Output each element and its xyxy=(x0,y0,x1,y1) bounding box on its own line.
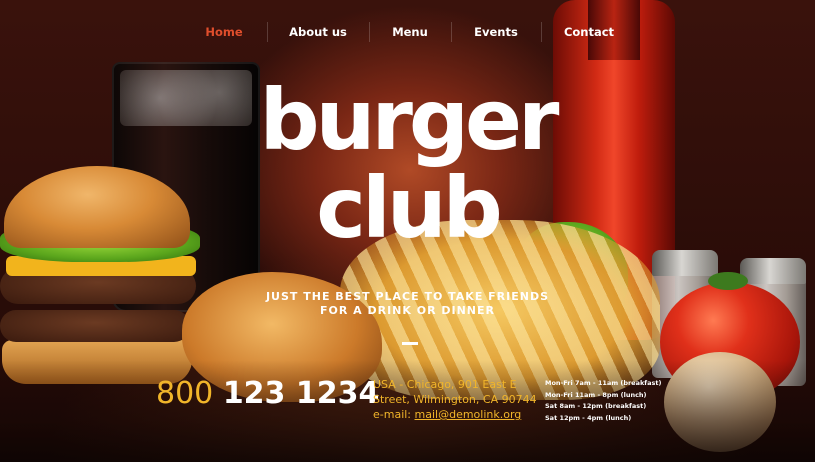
site-title-line1: burger xyxy=(259,71,560,169)
email-label: e-mail: xyxy=(373,408,415,421)
nav-separator xyxy=(369,22,370,42)
address-line2: Street, Wilmington, CA 90744 xyxy=(373,393,537,406)
address-block: USA - Chicago, 901 East E Street, Wilmin… xyxy=(373,377,543,422)
phone-prefix: 800 xyxy=(156,376,214,411)
tomato-stem-image xyxy=(708,272,748,290)
nav-item-menu[interactable]: Menu xyxy=(384,20,436,44)
nav-separator xyxy=(451,22,452,42)
hero-section: Home About us Menu Events Contact burger… xyxy=(0,0,815,462)
site-title-line2: club xyxy=(316,159,503,257)
phone-number[interactable]: 800 123 1234 xyxy=(156,374,379,414)
hours-row: Sat 12pm - 4pm (lunch) xyxy=(545,413,632,422)
tagline-line1: JUST THE BEST PLACE TO TAKE FRIENDS xyxy=(265,290,550,303)
nav-item-home[interactable]: Home xyxy=(196,20,252,44)
opening-hours: Mon-Fri 7am - 11am (breakfast) Mon-Fri 1… xyxy=(545,378,665,424)
main-navigation: Home About us Menu Events Contact xyxy=(0,20,815,44)
hours-row: Mon-Fri 11am - 8pm (lunch) xyxy=(545,390,647,399)
tagline-line2: FOR A DRINK OR DINNER xyxy=(319,304,496,317)
hours-row: Sat 8am - 12pm (breakfast) xyxy=(545,402,647,410)
phone-main: 123 1234 xyxy=(222,376,380,411)
nav-separator xyxy=(541,22,542,42)
hours-row: Mon-Fri 7am - 11am (breakfast) xyxy=(545,379,662,387)
address-line1: USA - Chicago, 901 East E xyxy=(373,378,517,391)
nav-item-about-us[interactable]: About us xyxy=(282,20,354,44)
nav-item-events[interactable]: Events xyxy=(466,20,526,44)
nav-item-contact[interactable]: Contact xyxy=(556,20,622,44)
email-link[interactable]: mail@demolink.org xyxy=(415,408,522,421)
nav-separator xyxy=(267,22,268,42)
pepper-shaker-cap-image xyxy=(740,258,806,284)
tagline-divider xyxy=(402,342,418,345)
email-line: e-mail: mail@demolink.org xyxy=(373,407,543,422)
